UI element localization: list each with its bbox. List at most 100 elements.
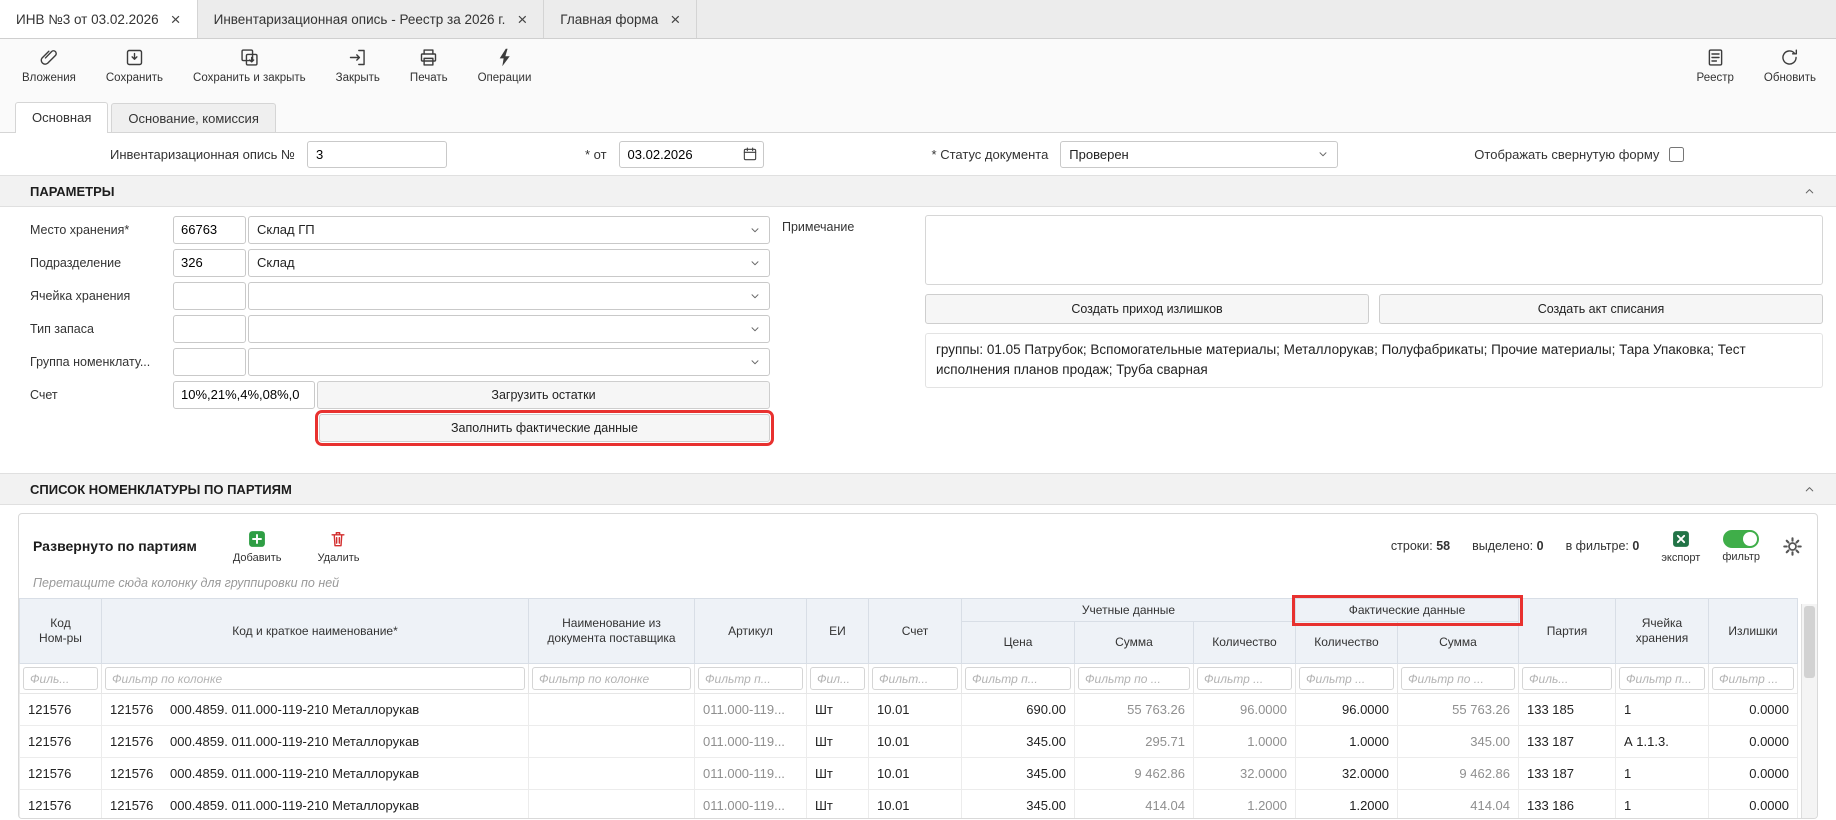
filter-input-article[interactable] [698,667,803,690]
vertical-scrollbar[interactable] [1801,604,1817,818]
fill-actual-data-button[interactable]: Заполнить фактические данные [319,414,770,442]
cell-actual-qty[interactable]: 1.0000 [1296,726,1398,758]
department-select[interactable]: Склад [248,249,770,277]
filter-input-qty[interactable] [1197,667,1292,690]
col-header-account[interactable]: Счет [869,599,962,664]
filter-input-cell[interactable] [1619,667,1705,690]
cell-item[interactable]: 121576000.4859. 011.000-119-210 Металлор… [102,726,529,758]
list-collapse-button[interactable] [1801,481,1818,498]
table-row[interactable]: 121576 121576000.4859. 011.000-119-210 М… [20,694,1798,726]
cell-account[interactable]: 10.01 [869,758,962,790]
tab-main[interactable]: Основная [15,102,108,133]
cell-qty[interactable]: 1.2000 [1194,790,1296,820]
col-header-article[interactable]: Артикул [695,599,807,664]
cell-code[interactable]: 121576 [20,758,102,790]
cell-article[interactable]: 011.000-119... [695,694,807,726]
status-select[interactable]: Проверен [1060,141,1338,168]
cell-supplier-doc[interactable] [529,758,695,790]
cell-amount[interactable]: 295.71 [1075,726,1194,758]
list-section-header[interactable]: СПИСОК НОМЕНКЛАТУРЫ ПО ПАРТИЯМ [0,473,1836,505]
filter-input-surplus[interactable] [1712,667,1794,690]
table-row[interactable]: 121576 121576000.4859. 011.000-119-210 М… [20,758,1798,790]
note-textarea[interactable] [925,215,1823,285]
col-header-qty[interactable]: Количество [1194,622,1296,664]
col-header-actual-amount[interactable]: Сумма [1398,622,1519,664]
col-header-actual-qty[interactable]: Количество [1296,622,1398,664]
cell-qty[interactable]: 96.0000 [1194,694,1296,726]
cell-supplier-doc[interactable] [529,790,695,820]
cell-actual-amount[interactable]: 414.04 [1398,790,1519,820]
cell-surplus[interactable]: 0.0000 [1709,726,1798,758]
print-button[interactable]: Печать [410,47,448,84]
cell-batch[interactable]: 133 185 [1519,694,1616,726]
window-tab-inventory-doc[interactable]: ИНВ №3 от 03.02.2026 × [0,0,198,38]
col-header-code[interactable]: Код Ном-ры [20,599,102,664]
window-tab-main-form[interactable]: Главная форма × [544,0,697,38]
cell-storage-cell[interactable]: А 1.1.3. [1616,726,1709,758]
cell-price[interactable]: 345.00 [962,758,1075,790]
cell-storage-cell[interactable]: 1 [1616,694,1709,726]
cell-amount[interactable]: 414.04 [1075,790,1194,820]
cell-supplier-doc[interactable] [529,726,695,758]
close-button[interactable]: Закрыть [336,47,380,84]
department-code-input[interactable] [173,249,246,277]
filter-input-code[interactable] [23,667,98,690]
cell-unit[interactable]: Шт [807,758,869,790]
table-row[interactable]: 121576 121576000.4859. 011.000-119-210 М… [20,726,1798,758]
cell-amount[interactable]: 9 462.86 [1075,758,1194,790]
storage-cell-select[interactable] [248,282,770,310]
create-surplus-button[interactable]: Создать приход излишков [925,294,1369,324]
cell-account[interactable]: 10.01 [869,790,962,820]
collapsed-form-checkbox[interactable] [1669,147,1684,162]
params-section-header[interactable]: ПАРАМЕТРЫ [0,175,1836,207]
tab-close-icon[interactable]: × [171,11,181,28]
calendar-icon[interactable] [742,146,758,162]
cell-batch[interactable]: 133 187 [1519,726,1616,758]
attachments-button[interactable]: Вложения [22,47,76,84]
cell-actual-amount[interactable]: 55 763.26 [1398,694,1519,726]
cell-unit[interactable]: Шт [807,790,869,820]
operations-button[interactable]: Операции [478,47,532,84]
storage-cell-code-input[interactable] [173,282,246,310]
cell-item[interactable]: 121576000.4859. 011.000-119-210 Металлор… [102,758,529,790]
filter-input-account[interactable] [872,667,958,690]
filter-input-item[interactable] [105,667,525,690]
cell-storage-cell[interactable]: 1 [1616,758,1709,790]
group-drop-zone[interactable]: Перетащите сюда колонку для группировки … [19,574,1817,598]
filter-toggle-button[interactable]: фильтр [1722,530,1760,563]
cell-article[interactable]: 011.000-119... [695,726,807,758]
cell-surplus[interactable]: 0.0000 [1709,758,1798,790]
scrollbar-thumb[interactable] [1804,606,1815,678]
filter-input-batch[interactable] [1522,667,1612,690]
storage-select[interactable]: Склад ГП [248,216,770,244]
cell-unit[interactable]: Шт [807,726,869,758]
stock-type-code-input[interactable] [173,315,246,343]
cell-surplus[interactable]: 0.0000 [1709,694,1798,726]
tab-close-icon[interactable]: × [517,11,527,28]
cell-supplier-doc[interactable] [529,694,695,726]
delete-row-button[interactable]: Удалить [317,529,359,564]
cell-price[interactable]: 345.00 [962,790,1075,820]
cell-code[interactable]: 121576 [20,790,102,820]
cell-amount[interactable]: 55 763.26 [1075,694,1194,726]
filter-input-amount[interactable] [1078,667,1190,690]
load-balances-button[interactable]: Загрузить остатки [317,381,770,409]
cell-code[interactable]: 121576 [20,726,102,758]
col-header-supplier-doc[interactable]: Наименование из документа поставщика [529,599,695,664]
cell-qty[interactable]: 1.0000 [1194,726,1296,758]
cell-code[interactable]: 121576 [20,694,102,726]
item-group-code-input[interactable] [173,348,246,376]
cell-batch[interactable]: 133 186 [1519,790,1616,820]
cell-actual-qty[interactable]: 32.0000 [1296,758,1398,790]
col-header-item[interactable]: Код и краткое наименование* [102,599,529,664]
col-header-unit[interactable]: ЕИ [807,599,869,664]
cell-article[interactable]: 011.000-119... [695,758,807,790]
filter-input-supplier-doc[interactable] [532,667,691,690]
cell-actual-amount[interactable]: 345.00 [1398,726,1519,758]
cell-qty[interactable]: 32.0000 [1194,758,1296,790]
item-group-select[interactable] [248,348,770,376]
tab-basis-commission[interactable]: Основание, комиссия [111,103,275,132]
doc-number-input[interactable] [307,141,447,168]
col-header-storage-cell[interactable]: Ячейка хранения [1616,599,1709,664]
cell-price[interactable]: 690.00 [962,694,1075,726]
